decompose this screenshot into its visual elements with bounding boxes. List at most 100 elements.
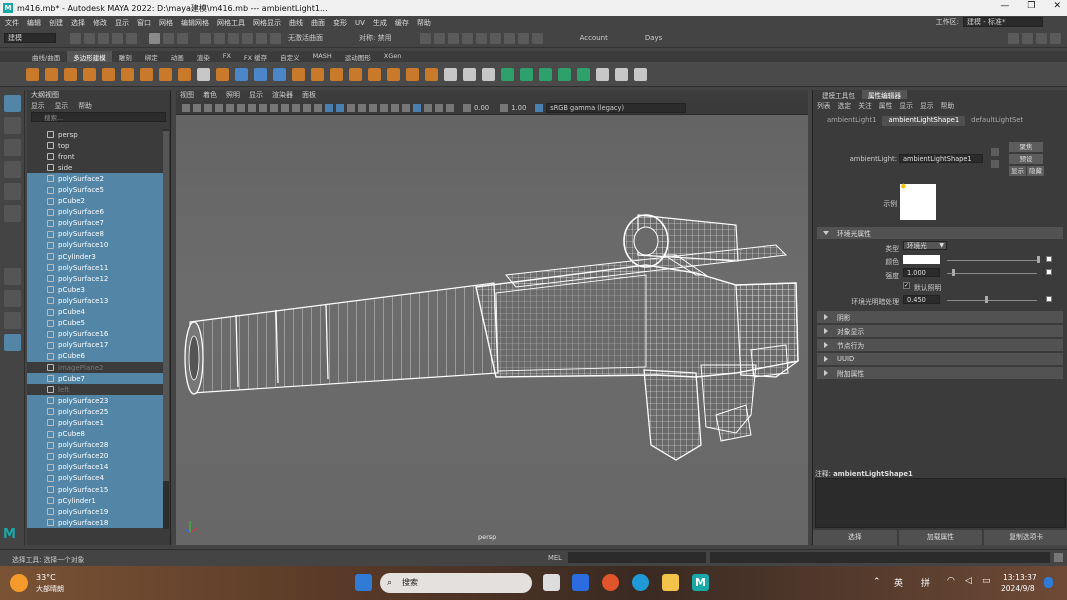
save-scene-icon[interactable] (98, 32, 109, 44)
menu-item-8[interactable]: 编辑网格 (181, 18, 209, 28)
notes-textarea[interactable] (815, 478, 1066, 528)
camera-attr-icon[interactable] (193, 103, 201, 112)
xray-component-icon[interactable] (446, 103, 454, 112)
tab-modeling-toolkit[interactable]: 建模工具包 (816, 90, 861, 100)
motion-blur-icon[interactable] (402, 103, 410, 112)
workspace-dropdown[interactable]: 建模 - 标准* (963, 17, 1043, 27)
menu-item-3[interactable]: 选择 (71, 18, 85, 28)
outliner-item[interactable]: polySurface5 (27, 184, 163, 196)
shelf-tab-2[interactable]: 雕刻 (113, 51, 138, 62)
select-object-icon[interactable] (163, 32, 174, 44)
task-view-icon[interactable] (543, 574, 560, 591)
menu-item-0[interactable]: 文件 (5, 18, 19, 28)
outliner-item[interactable]: polySurface11 (27, 262, 163, 274)
outliner-item[interactable]: pCube6 (27, 350, 163, 362)
outliner-item[interactable]: polySurface8 (27, 228, 163, 240)
preset-button[interactable]: 预设 (1009, 154, 1043, 164)
tool-settings-icon[interactable] (1036, 33, 1047, 44)
attr-menu-attributes[interactable]: 属性 (879, 100, 893, 110)
outliner-item[interactable]: polySurface17 (27, 339, 163, 351)
section-shadows[interactable]: 阴影 (817, 311, 1063, 323)
ambient-shade-knob[interactable] (985, 296, 988, 303)
light-editor-icon[interactable] (475, 32, 487, 44)
color-map-button[interactable] (1046, 256, 1052, 262)
outliner-item[interactable]: pPlane1 (27, 528, 163, 529)
battery-icon[interactable]: ▭ (982, 576, 991, 586)
resolution-gate-icon[interactable] (270, 103, 278, 112)
boolean-icon[interactable] (292, 67, 305, 81)
notification-icon[interactable] (1044, 577, 1053, 588)
color-swatch[interactable] (903, 255, 940, 264)
section-node-behavior[interactable]: 节点行为 (817, 339, 1063, 351)
intensity-map-button[interactable] (1046, 269, 1052, 275)
cylinder-icon[interactable] (64, 67, 77, 81)
attr-menu-focus[interactable]: 关注 (858, 100, 872, 110)
select-hierarchy-icon[interactable] (149, 32, 160, 44)
cube-icon[interactable] (45, 67, 58, 81)
mel-label[interactable]: MEL (548, 554, 562, 562)
outliner-item[interactable]: polySurface2 (27, 173, 163, 185)
menu-item-10[interactable]: 网格显示 (253, 18, 281, 28)
outliner-item[interactable]: polySurface28 (27, 439, 163, 451)
wireframe-icon[interactable] (325, 103, 333, 112)
hide-button[interactable]: 隐藏 (1027, 166, 1044, 176)
image-plane-icon[interactable] (215, 103, 223, 112)
safe-action-icon[interactable] (303, 103, 311, 112)
multi-cut-icon[interactable] (444, 67, 457, 81)
outliner-item[interactable]: polySurface1 (27, 417, 163, 429)
menu-item-9[interactable]: 网格工具 (217, 18, 245, 28)
clock-time[interactable]: 13:13:37 (1003, 573, 1037, 582)
arnold-icon[interactable] (503, 32, 515, 44)
tab-attribute-editor[interactable]: 属性编辑器 (861, 90, 907, 100)
menu-item-1[interactable]: 编辑 (27, 18, 41, 28)
volume-icon[interactable]: ◁ (965, 576, 972, 586)
render-view-icon[interactable] (489, 32, 501, 44)
ao-icon[interactable] (391, 103, 399, 112)
smooth-icon[interactable] (273, 67, 286, 81)
menu-item-2[interactable]: 创建 (49, 18, 63, 28)
snap-surface-icon[interactable] (256, 32, 267, 44)
viewport-menu-1[interactable]: 着色 (203, 90, 217, 101)
outliner-item[interactable]: pCylinder1 (27, 495, 163, 507)
wifi-icon[interactable]: ◠ (947, 576, 955, 586)
redo-icon[interactable] (126, 32, 137, 44)
disc-icon[interactable] (140, 67, 153, 81)
merge-icon[interactable] (425, 67, 438, 81)
pipe-icon[interactable] (178, 67, 191, 81)
file-explorer-icon[interactable] (662, 574, 679, 591)
menu-item-13[interactable]: 变形 (333, 18, 347, 28)
shelf-tab-11[interactable]: XGen (378, 51, 408, 62)
uv-editor-icon[interactable] (501, 67, 514, 81)
separate-icon[interactable] (254, 67, 267, 81)
four-view-icon[interactable] (4, 290, 21, 307)
shelf-tab-5[interactable]: 渲染 (191, 51, 216, 62)
focus-input-icon[interactable] (991, 148, 999, 156)
svg-icon[interactable] (216, 67, 229, 81)
outliner-item[interactable]: polySurface23 (27, 395, 163, 407)
plane-icon[interactable] (121, 67, 134, 81)
outliner-item[interactable]: polySurface10 (27, 239, 163, 252)
edge-browser-icon[interactable] (632, 574, 649, 591)
modeling-toolkit-icon[interactable] (1008, 33, 1019, 44)
shelf-tab-6[interactable]: FX (217, 51, 237, 62)
outliner-item[interactable]: polySurface6 (27, 206, 163, 218)
security-shield-icon[interactable] (572, 574, 589, 591)
outliner-item[interactable]: polySurface13 (27, 295, 163, 307)
outliner-item[interactable]: polySurface15 (27, 484, 163, 496)
symmetry-label[interactable]: 对称: 禁用 (359, 33, 392, 43)
select-button[interactable]: 选择 (813, 530, 897, 545)
shadows-icon[interactable] (380, 103, 388, 112)
start-icon[interactable] (355, 574, 372, 591)
outliner-item[interactable]: side (27, 162, 163, 173)
extrude-icon[interactable] (330, 67, 343, 81)
default-light-checkbox[interactable]: ✓ (903, 282, 910, 289)
xray-icon[interactable] (424, 103, 432, 112)
viewport-menu-2[interactable]: 照明 (226, 90, 240, 101)
outliner-scroll-thumb[interactable] (163, 131, 169, 481)
snap-curve-icon[interactable] (214, 32, 225, 44)
viewport-menu-0[interactable]: 视图 (180, 90, 194, 101)
arnold-render-icon[interactable] (517, 32, 529, 44)
shelf-tab-4[interactable]: 动画 (165, 51, 190, 62)
section-uuid[interactable]: UUID (817, 353, 1063, 365)
snap-live-icon[interactable] (270, 32, 281, 44)
